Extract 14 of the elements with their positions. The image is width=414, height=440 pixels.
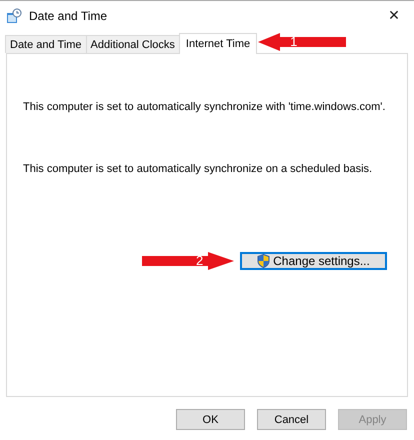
window-title: Date and Time (29, 9, 108, 23)
shield-icon (257, 254, 270, 268)
close-button[interactable]: ✕ (374, 1, 414, 31)
tab[interactable]: Additional Clocks (86, 35, 180, 53)
change-settings-button[interactable]: Change settings... (240, 252, 387, 270)
tab[interactable]: Date and Time (5, 35, 87, 53)
clock-icon (6, 8, 22, 24)
sync-message: This computer is set to automatically synchronize on a scheduled basis. (23, 162, 374, 175)
arrow-annotation: 1 (258, 33, 348, 51)
dialog-button[interactable]: Cancel (257, 409, 326, 430)
dialog-button[interactable]: OK (176, 409, 245, 430)
arrow-annotation: 2 (142, 252, 236, 270)
sync-message: This computer is set to automatically synchronize with 'time.windows.com'. (23, 100, 386, 113)
tab[interactable]: Internet Time (178, 33, 258, 54)
